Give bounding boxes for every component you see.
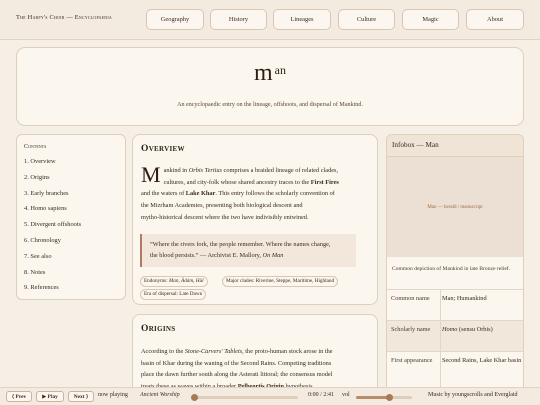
infobox-image-label: Man — herald / manuscript: [427, 204, 483, 210]
quote-block: “Where the rivers fork, the people remem…: [140, 234, 356, 267]
toc-item-divergent-offshoots[interactable]: 5. Divergent offshoots: [24, 219, 118, 235]
contents-sidebar: Contents 1. Overview 2. Origins 3. Early…: [16, 134, 126, 300]
nav-culture-button[interactable]: Culture: [338, 9, 395, 30]
lake-khar-link[interactable]: Lake Khar: [186, 190, 216, 197]
endonyms-tag: Endonyms: Man, Ádám, Hūl: [140, 276, 208, 287]
infobox-value: Second Rains, Lake Khar basin: [442, 357, 522, 364]
page-title: m an: [17, 60, 523, 87]
toc-item-references[interactable]: 9. References: [24, 282, 118, 298]
now-playing-label: now playing: [98, 392, 128, 398]
first-fires-link[interactable]: First Fires: [311, 179, 339, 186]
nav-lineages-button[interactable]: Lineages: [273, 9, 331, 30]
hero-panel: m an An encyclopaedic entry on the lineag…: [16, 47, 524, 126]
music-player-bar: ⟨ Prev ▶ Play Next ⟩ now playing Ancient…: [0, 387, 540, 405]
major-clades-tag: Major clades: Riverine, Steppe, Maritime…: [222, 276, 339, 287]
overview-heading: Overview: [141, 144, 185, 154]
overview-text: and the waters of: [141, 190, 186, 198]
origins-line: According to the Stone-Carvers' Tablets,…: [141, 346, 373, 358]
origins-line: place the dawn further south along the A…: [141, 371, 333, 379]
overview-text: . This entry follows the scholarly conve…: [215, 190, 335, 198]
contents-title: Contents: [24, 143, 47, 150]
site-title[interactable]: The Harpy's Choir — Encyclopaedia: [16, 14, 112, 21]
infobox-key: Common name: [391, 295, 430, 302]
volume-label: vol: [342, 392, 350, 398]
infobox-row: Common name Man; Humankind: [387, 289, 523, 320]
toc-item-overview[interactable]: 1. Overview: [24, 156, 118, 172]
page-title-superscript: an: [274, 63, 286, 77]
origins-heading: Origins: [141, 324, 176, 334]
origins-line: basin of Khar during the waning of the S…: [141, 359, 332, 367]
quote-line: the blood persists.” — Archivist E. Mall…: [150, 250, 348, 261]
row-divider: [440, 321, 441, 351]
progress-slider[interactable]: [190, 394, 298, 401]
infobox-key: Scholarly name: [391, 326, 431, 333]
overview-line: and the waters of Lake Khar. This entry …: [141, 188, 373, 200]
volume-slider[interactable]: [356, 394, 412, 401]
toc-item-homo-sapiens[interactable]: 4. Homo sapiens: [24, 203, 118, 219]
infobox-caption: Common depiction of Mankind in late Bron…: [392, 266, 511, 272]
toc-item-origins[interactable]: 2. Origins: [24, 172, 118, 188]
dropcap: M: [141, 162, 161, 187]
page-title-main: m: [254, 60, 273, 86]
stone-carvers-link[interactable]: Stone-Carvers' Tablets: [185, 348, 242, 355]
overview-line: ankind in Orbis Tertius comprises a brai…: [141, 165, 373, 177]
tag-value: Man, Ádám, Hūl: [168, 278, 204, 284]
quote-line: “Where the rivers fork, the people remem…: [150, 241, 331, 248]
infobox-image: Man — herald / manuscript: [387, 157, 523, 257]
track-title: Ancient Worship: [140, 392, 180, 398]
origins-paragraph: According to the Stone-Carvers' Tablets,…: [141, 346, 373, 393]
infobox-key: First appearance: [391, 357, 433, 364]
nav-geography-button[interactable]: Geography: [146, 9, 204, 30]
infobox-value-rest: (sensu Orbis): [457, 326, 493, 333]
row-divider: [440, 290, 441, 320]
infobox-row: Scholarly name Homo (sensu Orbis): [387, 320, 523, 351]
overview-section: Overview M ankind in Orbis Tertius compr…: [132, 134, 378, 305]
orbis-tertius-link[interactable]: Orbis Tertius: [189, 167, 222, 174]
toc-item-early-branches[interactable]: 3. Early branches: [24, 188, 118, 204]
overview-line: mytho-historical descent where the two h…: [141, 213, 309, 221]
origins-text: According to the: [141, 348, 185, 355]
play-button[interactable]: ▶ Play: [36, 391, 64, 402]
toc-item-notes[interactable]: 8. Notes: [24, 267, 118, 283]
overview-line: the Mizrham Academies, presenting both b…: [141, 202, 303, 210]
top-navigation-bar: The Harpy's Choir — Encyclopaedia Geogra…: [0, 0, 540, 40]
origins-text: , the proto-human stock arose in the: [242, 348, 333, 355]
overview-line: cultures, and city-folk whose shared anc…: [141, 177, 373, 189]
time-display: 0:00 / 2:41: [308, 392, 335, 398]
quote-source: On Man: [262, 252, 284, 259]
nav-magic-button[interactable]: Magic: [402, 9, 459, 30]
music-credit: Music by youngscrolls and Everglaid: [428, 392, 518, 398]
next-button[interactable]: Next ⟩: [68, 391, 94, 402]
volume-fill: [356, 396, 390, 399]
tag-label: Endonyms:: [144, 278, 169, 284]
infobox-value-italic: Homo: [442, 326, 458, 333]
nav-about-button[interactable]: About: [466, 9, 524, 30]
overview-paragraph: M ankind in Orbis Tertius comprises a br…: [141, 162, 373, 224]
origins-section: Origins According to the Stone-Carvers' …: [132, 314, 378, 394]
toc-item-chronology[interactable]: 6. Chronology: [24, 235, 118, 251]
volume-knob[interactable]: [386, 394, 394, 401]
era-tag: Era of dispersal: Late Dawn: [140, 289, 207, 300]
infobox: Infobox — Man Man — herald / manuscript …: [386, 134, 524, 396]
overview-text: ankind in: [163, 167, 189, 174]
infobox-value: Man; Humankind: [442, 295, 487, 302]
nav-history-button[interactable]: History: [210, 9, 267, 30]
quote-text: the blood persists.” — Archivist E. Mall…: [150, 252, 263, 259]
toc-item-see-also[interactable]: 7. See also: [24, 251, 118, 267]
overview-text: cultures, and city-folk whose shared anc…: [163, 178, 311, 186]
progress-knob[interactable]: [190, 394, 198, 401]
infobox-value: Homo (sensu Orbis): [442, 325, 522, 336]
prev-button[interactable]: ⟨ Prev: [6, 391, 32, 402]
overview-text: comprises a braided lineage of related c…: [221, 167, 339, 174]
page-subtitle: An encyclopaedic entry on the lineage, o…: [177, 102, 363, 108]
infobox-title: Infobox — Man: [387, 135, 523, 157]
